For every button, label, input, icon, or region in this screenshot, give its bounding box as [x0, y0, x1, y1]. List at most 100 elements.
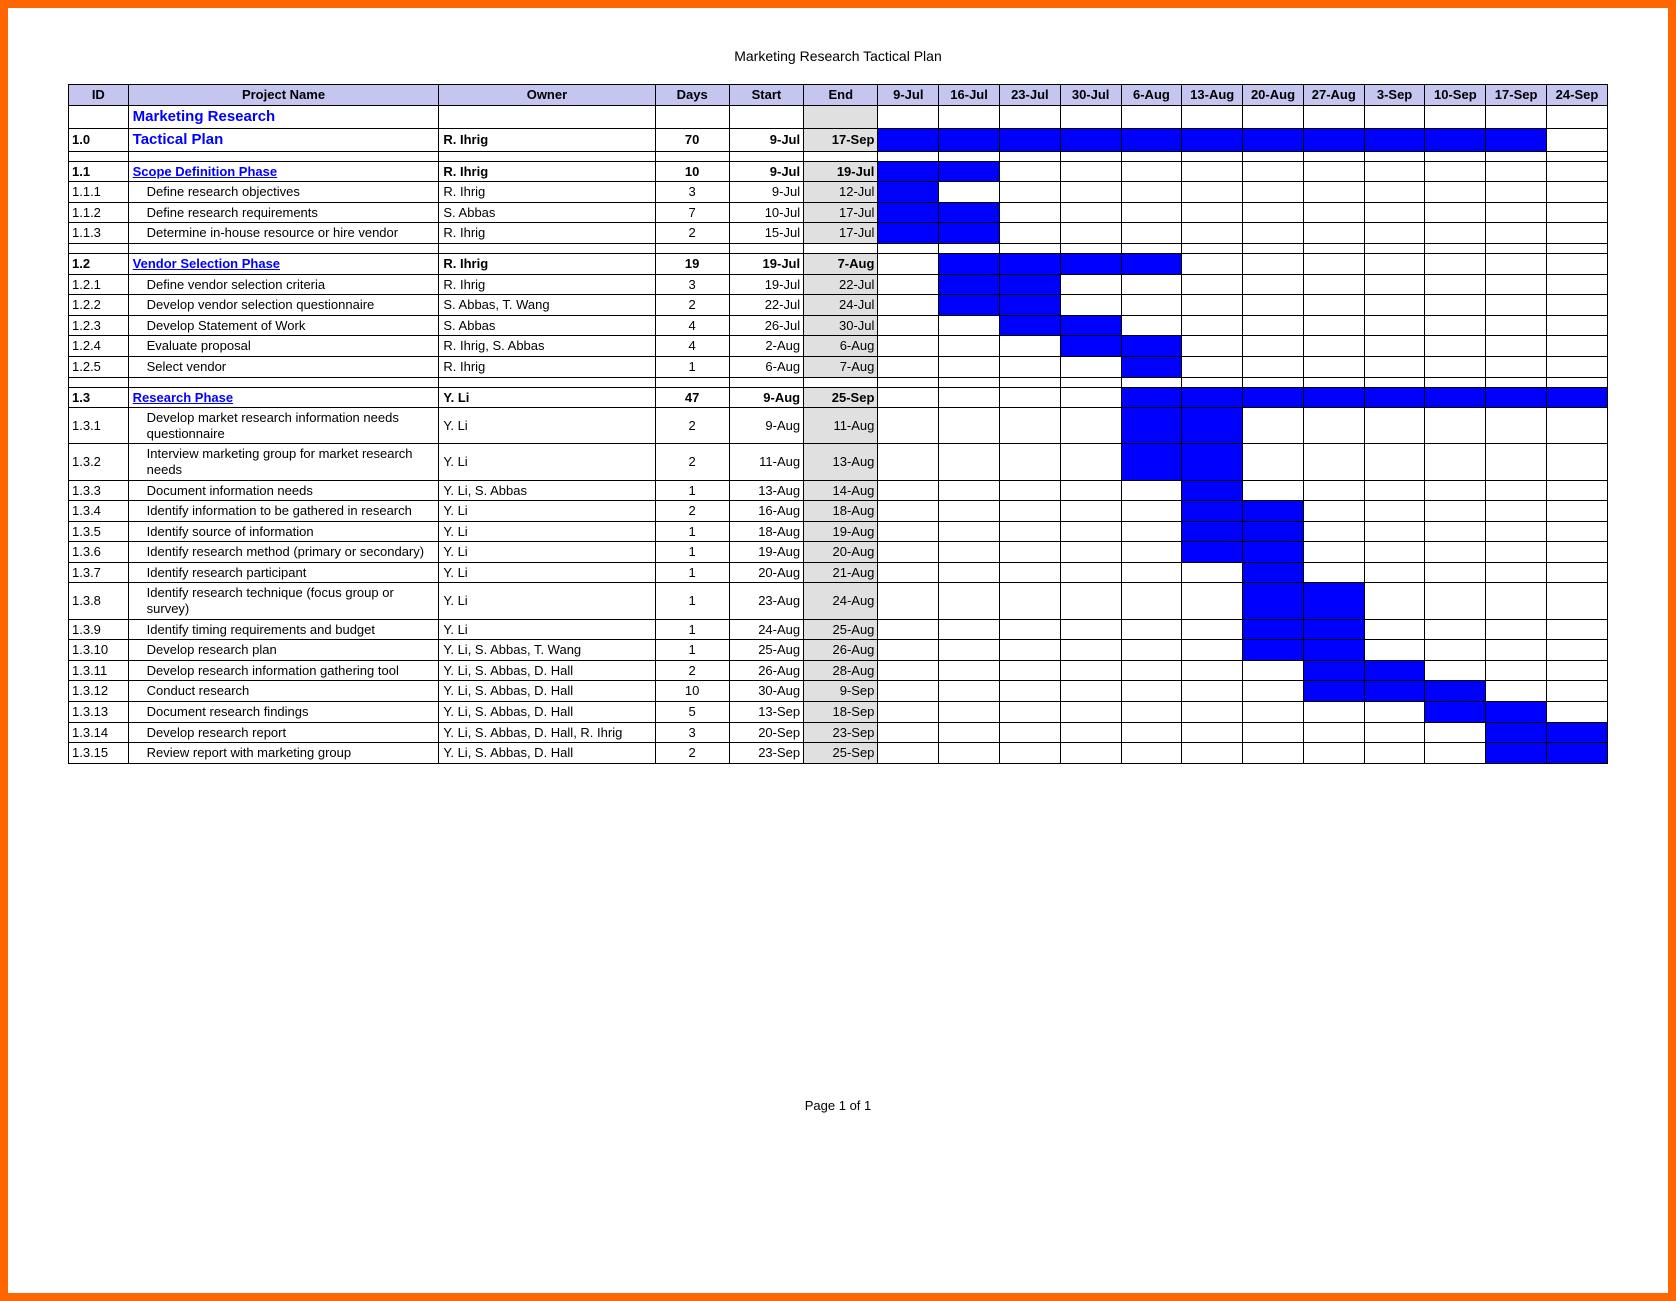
spacer-cell: [878, 151, 939, 161]
gantt-cell: [939, 182, 1000, 203]
id-cell: 1.3: [69, 387, 129, 408]
hdr-end: End: [804, 85, 878, 106]
gantt-cell: [1182, 128, 1243, 151]
project-cell: Document information needs: [128, 480, 439, 501]
gantt-cell: [1303, 562, 1364, 583]
project-cell: Interview marketing group for market res…: [128, 444, 439, 480]
days-cell: [655, 105, 729, 128]
project-cell: Document research findings: [128, 702, 439, 723]
owner-cell: R. Ihrig: [439, 182, 655, 203]
gantt-cell: [1425, 722, 1486, 743]
gantt-cell: [1303, 161, 1364, 182]
project-cell: Determine in-house resource or hire vend…: [128, 223, 439, 244]
gantt-cell: [1060, 253, 1121, 274]
gantt-cell: [939, 223, 1000, 244]
gantt-cell: [939, 619, 1000, 640]
start-cell: 9-Jul: [729, 161, 803, 182]
id-cell: 1.3.5: [69, 521, 129, 542]
end-cell: 20-Aug: [804, 542, 878, 563]
gantt-cell: [1060, 128, 1121, 151]
gantt-cell: [1060, 315, 1121, 336]
id-cell: 1.3.9: [69, 619, 129, 640]
owner-cell: Y. Li: [439, 444, 655, 480]
days-cell: 2: [655, 295, 729, 316]
gantt-cell: [999, 105, 1060, 128]
owner-cell: Y. Li, S. Abbas, D. Hall: [439, 702, 655, 723]
gantt-cell: [878, 722, 939, 743]
id-cell: 1.2.3: [69, 315, 129, 336]
project-cell: Define research objectives: [128, 182, 439, 203]
days-cell: 1: [655, 562, 729, 583]
end-cell: 6-Aug: [804, 336, 878, 357]
project-cell: Tactical Plan: [128, 128, 439, 151]
hdr-date: 17-Sep: [1486, 85, 1547, 106]
owner-cell: S. Abbas, T. Wang: [439, 295, 655, 316]
gantt-cell: [1243, 408, 1304, 444]
days-cell: 2: [655, 660, 729, 681]
gantt-cell: [1182, 161, 1243, 182]
end-cell: 24-Aug: [804, 583, 878, 619]
gantt-cell: [1060, 681, 1121, 702]
project-cell: Develop Statement of Work: [128, 315, 439, 336]
end-cell: 17-Jul: [804, 202, 878, 223]
start-cell: 24-Aug: [729, 619, 803, 640]
project-cell: Identify research participant: [128, 562, 439, 583]
start-cell: 20-Aug: [729, 562, 803, 583]
spacer-cell: [1182, 243, 1243, 253]
project-cell: Identify information to be gathered in r…: [128, 501, 439, 522]
spacer-cell: [1060, 151, 1121, 161]
header-row: ID Project Name Owner Days Start End 9-J…: [69, 85, 1608, 106]
gantt-cell: [1182, 274, 1243, 295]
spacer-cell: [804, 243, 878, 253]
gantt-cell: [1243, 128, 1304, 151]
owner-cell: Y. Li, S. Abbas, D. Hall: [439, 660, 655, 681]
gantt-cell: [939, 702, 1000, 723]
start-cell: 9-Aug: [729, 408, 803, 444]
gantt-cell: [939, 480, 1000, 501]
owner-cell: R. Ihrig: [439, 356, 655, 377]
gantt-cell: [999, 223, 1060, 244]
gantt-cell: [1547, 501, 1608, 522]
gantt-cell: [878, 182, 939, 203]
start-cell: 13-Sep: [729, 702, 803, 723]
days-cell: 4: [655, 336, 729, 357]
document-page: Marketing Research Tactical Plan ID Proj…: [0, 0, 1676, 1301]
start-cell: 16-Aug: [729, 501, 803, 522]
days-cell: 4: [655, 315, 729, 336]
hdr-date: 10-Sep: [1425, 85, 1486, 106]
spacer-cell: [1060, 377, 1121, 387]
gantt-cell: [1486, 619, 1547, 640]
hdr-date: 24-Sep: [1547, 85, 1608, 106]
end-cell: 30-Jul: [804, 315, 878, 336]
gantt-cell: [878, 562, 939, 583]
gantt-cell: [1486, 681, 1547, 702]
gantt-cell: [1060, 722, 1121, 743]
gantt-cell: [1364, 128, 1425, 151]
owner-cell: Y. Li, S. Abbas, D. Hall: [439, 743, 655, 764]
gantt-cell: [878, 105, 939, 128]
gantt-cell: [1121, 223, 1182, 244]
gantt-cell: [1547, 356, 1608, 377]
gantt-cell: [999, 408, 1060, 444]
gantt-cell: [1121, 128, 1182, 151]
project-cell: Review report with marketing group: [128, 743, 439, 764]
end-cell: 28-Aug: [804, 660, 878, 681]
gantt-cell: [878, 295, 939, 316]
gantt-cell: [1060, 501, 1121, 522]
days-cell: 19: [655, 253, 729, 274]
gantt-cell: [1486, 444, 1547, 480]
gantt-cell: [1303, 387, 1364, 408]
gantt-cell: [1121, 202, 1182, 223]
gantt-cell: [1182, 640, 1243, 661]
spacer-cell: [729, 151, 803, 161]
spacer-cell: [1182, 377, 1243, 387]
days-cell: 10: [655, 681, 729, 702]
gantt-cell: [1547, 743, 1608, 764]
project-cell: Develop vendor selection questionnaire: [128, 295, 439, 316]
gantt-cell: [1303, 202, 1364, 223]
gantt-cell: [1486, 336, 1547, 357]
gantt-cell: [1060, 223, 1121, 244]
gantt-cell: [1486, 202, 1547, 223]
gantt-cell: [1243, 182, 1304, 203]
spacer-cell: [439, 243, 655, 253]
